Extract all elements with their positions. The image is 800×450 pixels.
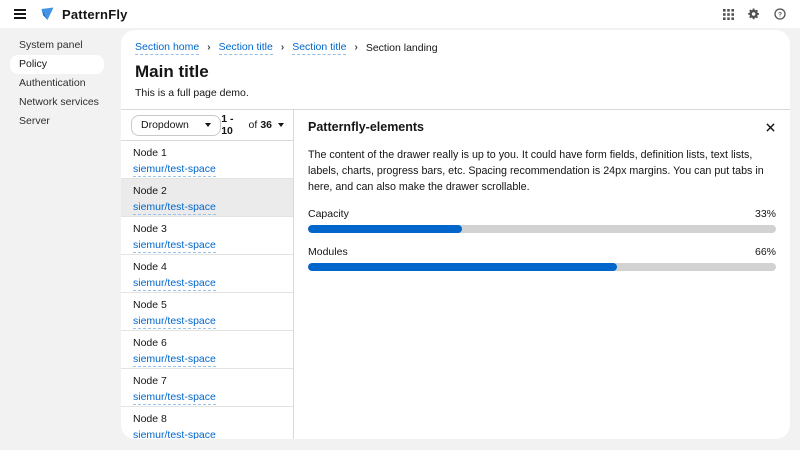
node-link[interactable]: siemur/test-space bbox=[133, 201, 216, 215]
progress-fill bbox=[308, 263, 617, 271]
list-item-node-8[interactable]: Node 8 siemur/test-space bbox=[121, 407, 293, 439]
progress-label: Capacity bbox=[308, 208, 349, 220]
node-name: Node 5 bbox=[133, 299, 281, 311]
caret-down-icon bbox=[205, 123, 211, 127]
list-item-node-6[interactable]: Node 6 siemur/test-space bbox=[121, 331, 293, 369]
svg-text:?: ? bbox=[778, 11, 782, 18]
dropdown-toggle[interactable]: Dropdown bbox=[131, 115, 221, 136]
breadcrumb: Section home › Section title › Section title… bbox=[135, 41, 776, 55]
sidebar-nav: System panelPolicyAuthenticationNetwork … bbox=[0, 28, 120, 450]
help-icon[interactable]: ? bbox=[774, 8, 786, 20]
sidebar-item-server[interactable]: Server bbox=[10, 112, 104, 131]
dropdown-label: Dropdown bbox=[141, 119, 189, 131]
menu-icon[interactable] bbox=[14, 9, 26, 19]
breadcrumb-link[interactable]: Section title bbox=[292, 41, 346, 55]
node-name: Node 3 bbox=[133, 223, 281, 235]
breadcrumb-separator-icon: › bbox=[354, 43, 357, 53]
node-name: Node 6 bbox=[133, 337, 281, 349]
list-item-node-1[interactable]: Node 1 siemur/test-space bbox=[121, 141, 293, 179]
list-toolbar: Dropdown 1 - 10 of 36 bbox=[121, 110, 293, 141]
breadcrumb-link[interactable]: Section home bbox=[135, 41, 199, 55]
brand-name: PatternFly bbox=[62, 7, 128, 22]
main-content-card: Section home › Section title › Section title… bbox=[121, 30, 790, 439]
pagination-total: 36 bbox=[260, 119, 272, 131]
page-header: Section home › Section title › Section title… bbox=[121, 30, 790, 110]
node-link[interactable]: siemur/test-space bbox=[133, 353, 216, 367]
content-area: Dropdown 1 - 10 of 36 Node 1 siemur/test-… bbox=[121, 110, 790, 439]
node-link[interactable]: siemur/test-space bbox=[133, 163, 216, 177]
breadcrumb-separator-icon: › bbox=[207, 43, 210, 53]
list-item-node-4[interactable]: Node 4 siemur/test-space bbox=[121, 255, 293, 293]
node-link[interactable]: siemur/test-space bbox=[133, 277, 216, 291]
pagination-range: 1 - 10 bbox=[221, 113, 245, 137]
node-name: Node 4 bbox=[133, 261, 281, 273]
list-item-node-2[interactable]: Node 2 siemur/test-space bbox=[121, 179, 293, 217]
progress-head: Modules 66% bbox=[308, 246, 776, 258]
node-name: Node 1 bbox=[133, 147, 281, 159]
node-name: Node 2 bbox=[133, 185, 281, 197]
drawer-title: Patternfly-elements bbox=[308, 120, 424, 134]
masthead-utilities: ? bbox=[723, 8, 786, 20]
drawer-body-text: The content of the drawer really is up t… bbox=[308, 147, 776, 195]
app-launcher-icon[interactable] bbox=[723, 9, 734, 20]
sidebar-item-policy[interactable]: Policy bbox=[10, 55, 104, 74]
progress-value: 33% bbox=[755, 208, 776, 220]
node-link[interactable]: siemur/test-space bbox=[133, 239, 216, 253]
sidebar-item-authentication[interactable]: Authentication bbox=[10, 74, 104, 93]
brand: PatternFly bbox=[39, 6, 128, 22]
progress-label: Modules bbox=[308, 246, 348, 258]
breadcrumb-link[interactable]: Section title bbox=[219, 41, 273, 55]
drawer-progress-container: Capacity 33% Modules 66% bbox=[308, 208, 776, 271]
sidebar-item-system-panel[interactable]: System panel bbox=[10, 36, 104, 55]
node-link[interactable]: siemur/test-space bbox=[133, 429, 216, 439]
sidebar-item-network-services[interactable]: Network services bbox=[10, 93, 104, 112]
progress-value: 66% bbox=[755, 246, 776, 258]
drawer-panel: Patternfly-elements The content of the d… bbox=[293, 110, 790, 439]
node-name: Node 7 bbox=[133, 375, 281, 387]
progress-track bbox=[308, 225, 776, 233]
list-item-node-5[interactable]: Node 5 siemur/test-space bbox=[121, 293, 293, 331]
masthead: PatternFly ? bbox=[0, 0, 800, 28]
breadcrumb-current-item: Section landing bbox=[366, 42, 438, 54]
node-link[interactable]: siemur/test-space bbox=[133, 391, 216, 405]
node-list: Node 1 siemur/test-space Node 2 siemur/test… bbox=[121, 141, 293, 439]
progress-fill bbox=[308, 225, 462, 233]
patternfly-logo-icon bbox=[39, 6, 55, 22]
progress-capacity: Capacity 33% bbox=[308, 208, 776, 233]
progress-head: Capacity 33% bbox=[308, 208, 776, 220]
progress-track bbox=[308, 263, 776, 271]
node-link[interactable]: siemur/test-space bbox=[133, 315, 216, 329]
close-icon[interactable] bbox=[765, 121, 776, 134]
settings-gear-icon[interactable] bbox=[748, 8, 760, 20]
breadcrumb-separator-icon: › bbox=[281, 43, 284, 53]
caret-down-icon bbox=[278, 123, 284, 127]
progress-modules: Modules 66% bbox=[308, 246, 776, 271]
pagination-of-label: of bbox=[249, 119, 258, 131]
list-item-node-7[interactable]: Node 7 siemur/test-space bbox=[121, 369, 293, 407]
page-title: Main title bbox=[135, 62, 776, 82]
pagination-menu[interactable]: 1 - 10 of 36 bbox=[221, 113, 284, 137]
drawer-head: Patternfly-elements bbox=[308, 120, 776, 134]
page-subtitle: This is a full page demo. bbox=[135, 87, 776, 99]
node-name: Node 8 bbox=[133, 413, 281, 425]
list-item-node-3[interactable]: Node 3 siemur/test-space bbox=[121, 217, 293, 255]
node-list-panel: Dropdown 1 - 10 of 36 Node 1 siemur/test-… bbox=[121, 110, 293, 439]
